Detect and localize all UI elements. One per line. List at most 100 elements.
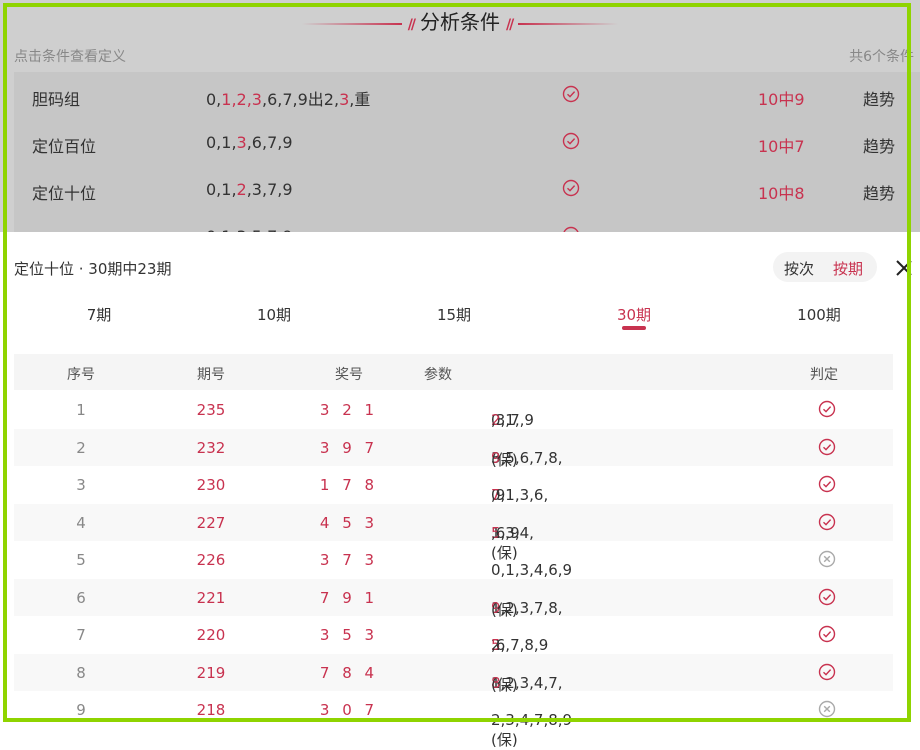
check-circle-icon <box>818 663 836 680</box>
condition-hit-rate: 10中9 <box>758 90 805 109</box>
check-circle-icon <box>818 438 836 455</box>
check-circle-icon <box>818 475 836 493</box>
condition-row[interactable]: 定位个位0,1,3,5,7,910中7趋势 <box>14 213 920 232</box>
toggle-by-period[interactable]: 按期 <box>833 258 863 279</box>
conditions-background: //分析条件// 点击条件查看定义 共6个条件 胆码组 0,1,2,3,6,7,9… <box>0 0 920 232</box>
row-issue: 232 <box>196 438 226 457</box>
x-circle-icon <box>818 700 836 718</box>
check-circle-icon <box>562 132 580 150</box>
row-prize: 3 5 3 <box>319 626 379 644</box>
highlight-digit: 2 <box>236 180 247 199</box>
row-no: 3 <box>76 476 86 494</box>
condition-trend-link[interactable]: 趋势 <box>863 133 895 157</box>
tab-30期[interactable]: 30期 <box>594 304 674 330</box>
check-circle-icon <box>562 85 580 103</box>
condition-name: 胆码组 <box>32 90 81 109</box>
row-issue: 218 <box>196 701 226 719</box>
close-icon[interactable] <box>894 258 914 278</box>
check-circle-icon <box>818 400 836 418</box>
row-prize: 3 7 3 <box>319 551 379 569</box>
condition-values: 0,1,2,3,6,7,9出2,3,重 <box>206 86 370 110</box>
section-title-bar: //分析条件// <box>0 6 920 35</box>
table-row: 32301 7 80,1,3,6,7,9 (保) <box>14 466 893 524</box>
check-circle-icon <box>562 179 580 197</box>
row-issue: 235 <box>196 401 226 419</box>
value-text: ,6,7,9 <box>246 133 293 152</box>
value-text: ,6,7,9出2, <box>261 90 340 109</box>
table-row: 12353 2 10,1,2,3,7,9 (保) <box>14 391 893 449</box>
highlight-digit: 2, <box>236 90 252 109</box>
toggle-by-count[interactable]: 按次 <box>784 258 814 279</box>
table-row: 9 218 3 0 7 2,3,4,7,8,9 (保) <box>14 691 893 749</box>
row-no: 7 <box>76 626 86 644</box>
detail-modal: 定位十位 · 30期中23期 按次 按期 7期 10期 15期 30期 100期 序号 … <box>0 232 920 749</box>
row-issue: 219 <box>196 663 226 682</box>
condition-values: 0,1,3,6,7,9 <box>206 133 293 152</box>
highlight-digit: 3 <box>339 90 350 109</box>
row-prize: 3 9 7 <box>319 438 379 457</box>
header-param: 参数 <box>424 367 452 383</box>
header-judge: 判定 <box>810 367 838 383</box>
check-circle-icon <box>818 513 836 530</box>
table-row: 52263 7 30,1,3,4,6,9 (保) <box>14 541 893 599</box>
row-prize: 3 0 7 <box>319 701 379 719</box>
row-no: 8 <box>76 663 86 682</box>
tab-100期[interactable]: 100期 <box>779 304 859 325</box>
check-circle-icon <box>818 625 836 643</box>
period-tabs: 7期 10期 15期 30期 100期 <box>0 304 920 334</box>
conditions-count: 共6个条件 <box>849 49 914 65</box>
row-issue: 220 <box>196 626 226 644</box>
header-prize: 奖号 <box>335 367 363 383</box>
row-issue: 230 <box>196 476 226 494</box>
modal-title: 定位十位 · 30期中23期 <box>14 260 172 278</box>
row-no: 6 <box>76 588 86 607</box>
condition-hit-rate: 10中8 <box>758 184 805 203</box>
row-issue: 227 <box>196 513 226 532</box>
highlight-digit: 3 <box>236 133 247 152</box>
row-prize: 1 7 8 <box>319 476 379 494</box>
section-title: 分析条件 <box>420 10 500 34</box>
table-row: 8 219 7 8 4 1,2,3,4,7, 8 (保) <box>14 653 893 694</box>
condition-row[interactable]: 定位十位 0,1,2,3,7,9 10中8 趋势 <box>14 166 920 214</box>
conditions-hint: 点击条件查看定义 <box>14 49 126 65</box>
value-text: 0, <box>206 90 222 109</box>
row-no: 9 <box>76 701 86 719</box>
condition-values: 0,1,2,3,7,9 <box>206 180 293 199</box>
tab-7期[interactable]: 7期 <box>59 304 139 325</box>
condition-trend-link[interactable]: 趋势 <box>863 86 895 110</box>
mode-toggle[interactable]: 按次 按期 <box>773 252 877 282</box>
value-text: 0,1, <box>206 180 237 199</box>
highlight-digit: 3 <box>251 90 262 109</box>
table-row: 6 221 7 9 1 1,2,3,7,8, 9 (保) <box>14 578 893 619</box>
condition-row[interactable]: 定位百位 0,1,3,6,7,9 10中7 趋势 <box>14 119 920 167</box>
condition-hit-rate: 10中7 <box>758 137 805 156</box>
condition-name: 定位十位 <box>32 184 97 203</box>
row-prize: 7 9 1 <box>319 588 379 607</box>
table-row: 4 227 4 5 3 1,3,4, 5,6,9 (保) <box>14 503 893 562</box>
condition-trend-link[interactable]: 趋势 <box>863 180 895 204</box>
row-prize: 4 5 3 <box>319 513 379 532</box>
value-text: 0,1, <box>206 133 237 152</box>
row-prize: 3 2 1 <box>319 401 379 419</box>
row-no: 2 <box>76 438 86 457</box>
row-prize: 7 8 4 <box>319 663 379 682</box>
header-issue: 期号 <box>197 367 225 383</box>
tab-10期[interactable]: 10期 <box>234 304 314 325</box>
value-text: ,重 <box>349 90 371 109</box>
x-circle-icon <box>818 550 836 568</box>
row-issue: 221 <box>196 588 226 607</box>
table-row: 2 232 3 9 7 3,5,6,7,8, 9 (保) <box>14 428 893 469</box>
highlight-digit: 1, <box>221 90 237 109</box>
row-issue: 226 <box>196 551 226 569</box>
condition-row[interactable]: 胆码组 0,1,2,3,6,7,9出2,3,重 10中9 趋势 <box>14 72 920 120</box>
header-no: 序号 <box>67 367 95 383</box>
tab-15期[interactable]: 15期 <box>414 304 494 325</box>
table-header: 序号 期号 奖号 参数 判定 <box>14 354 893 390</box>
row-no: 1 <box>76 401 86 419</box>
value-text: ,3,7,9 <box>246 180 293 199</box>
row-no: 4 <box>76 513 86 532</box>
condition-name: 定位百位 <box>32 137 97 156</box>
row-no: 5 <box>76 551 86 569</box>
table-row: 72203 5 32,5,6,7,8,9 (保) <box>14 616 893 674</box>
check-circle-icon <box>818 588 836 605</box>
